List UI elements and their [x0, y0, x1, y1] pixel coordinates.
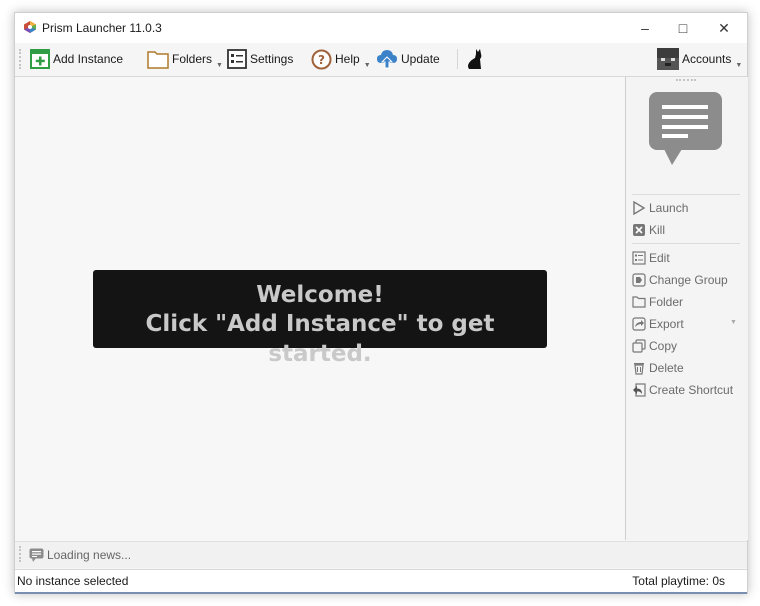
folders-dropdown-arrow[interactable]: ▼: [216, 62, 223, 69]
title-bar: Prism Launcher 11.0.3 – □ ✕: [15, 13, 747, 43]
add-instance-button[interactable]: Add Instance: [30, 47, 123, 71]
update-icon: [377, 50, 397, 69]
news-toolbar-grip[interactable]: [19, 546, 24, 562]
change-group-icon: [632, 273, 646, 287]
accounts-label: Accounts: [682, 52, 732, 66]
help-button[interactable]: ? Help ▼: [311, 47, 371, 71]
minimize-button[interactable]: –: [631, 17, 659, 39]
close-button[interactable]: ✕: [710, 17, 738, 39]
account-avatar-icon: [657, 48, 679, 70]
launcher-window: Prism Launcher 11.0.3 – □ ✕ Add Instance…: [14, 12, 748, 594]
maximize-button[interactable]: □: [669, 17, 697, 39]
help-label: Help: [335, 52, 360, 66]
cat-button[interactable]: [466, 47, 484, 71]
folder-label: Folder: [649, 295, 684, 309]
settings-icon: [227, 49, 247, 69]
status-bar: No instance selected Total playtime: 0s: [15, 569, 747, 594]
toolbar-separator: [457, 49, 458, 69]
panel-separator: [632, 243, 740, 244]
create-shortcut-button[interactable]: Create Shortcut: [632, 381, 733, 399]
help-dropdown-arrow[interactable]: ▼: [364, 62, 371, 69]
create-shortcut-icon: [633, 383, 646, 397]
kill-button[interactable]: Kill: [632, 221, 665, 239]
welcome-subtitle: Click "Add Instance" to get started.: [145, 311, 495, 367]
launch-icon: [633, 201, 646, 215]
selected-instance-status: No instance selected: [17, 574, 129, 588]
settings-label: Settings: [250, 52, 294, 66]
help-icon: ?: [311, 49, 332, 69]
settings-button[interactable]: Settings: [227, 47, 293, 71]
accounts-dropdown-arrow[interactable]: ▼: [735, 62, 742, 69]
folders-button[interactable]: Folders ▼: [147, 47, 223, 71]
delete-icon: [634, 363, 644, 375]
news-button[interactable]: Loading news...: [29, 548, 131, 562]
instance-toolbar-grip[interactable]: [676, 79, 696, 83]
create-shortcut-label: Create Shortcut: [649, 383, 734, 397]
edit-icon: [632, 251, 646, 265]
delete-button[interactable]: Delete: [632, 359, 684, 377]
welcome-message: Welcome! Click "Add Instance" to get sta…: [93, 270, 547, 367]
delete-label: Delete: [649, 361, 684, 375]
copy-label: Copy: [649, 339, 678, 353]
toolbar-grip[interactable]: [19, 49, 24, 69]
svg-text:?: ?: [318, 53, 325, 67]
folders-label: Folders: [172, 52, 213, 66]
instance-view[interactable]: Welcome! Click "Add Instance" to get sta…: [15, 77, 624, 540]
kill-icon: [633, 224, 645, 236]
change-group-label: Change Group: [649, 273, 728, 287]
edit-button[interactable]: Edit: [632, 249, 670, 267]
update-label: Update: [401, 52, 440, 66]
export-dropdown-arrow[interactable]: ▼: [730, 319, 737, 326]
export-label: Export: [649, 317, 684, 331]
edit-label: Edit: [649, 251, 670, 265]
add-instance-icon: [30, 49, 50, 69]
news-icon: [29, 548, 44, 562]
add-instance-label: Add Instance: [53, 52, 124, 66]
folder-icon: [147, 51, 169, 69]
total-playtime-status: Total playtime: 0s: [632, 574, 725, 588]
welcome-title: Welcome!: [256, 282, 384, 308]
prism-logo-icon: [24, 21, 36, 33]
export-icon: [632, 317, 646, 331]
cat-icon: [468, 49, 482, 69]
change-group-button[interactable]: Change Group: [632, 271, 728, 289]
news-toolbar: Loading news...: [15, 541, 747, 568]
update-button[interactable]: Update: [376, 47, 440, 71]
news-label: Loading news...: [47, 548, 132, 562]
kill-label: Kill: [649, 223, 666, 237]
window-title: Prism Launcher 11.0.3: [42, 21, 162, 35]
panel-separator: [632, 194, 740, 195]
instance-toolbar: Launch Kill Edit Change Group Folder Exp…: [625, 77, 748, 540]
speech-bubble-icon[interactable]: [648, 91, 724, 167]
launch-button[interactable]: Launch: [632, 199, 688, 217]
folder-button[interactable]: Folder: [632, 293, 683, 311]
launch-label: Launch: [649, 201, 689, 215]
accounts-button[interactable]: Accounts ▼: [657, 47, 742, 71]
export-button[interactable]: Export ▼: [632, 315, 737, 333]
copy-icon: [632, 339, 646, 353]
copy-button[interactable]: Copy: [632, 337, 677, 355]
main-toolbar: Add Instance Folders ▼ Settings ? Help ▼…: [15, 43, 747, 77]
folder-icon: [632, 296, 646, 308]
